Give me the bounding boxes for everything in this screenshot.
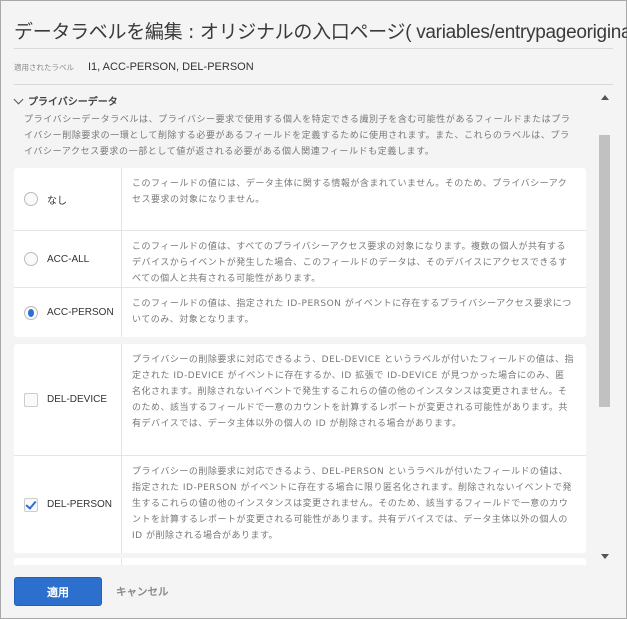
label-scroll-area[interactable]: プライバシーデータ プライバシーデータラベルは、プライバシー要求で使用する個人を… [1,87,613,565]
variable-path: ( variables/entrypageoriginal ) [405,22,627,43]
radio-acc-person[interactable] [24,305,38,320]
divider [14,84,613,85]
option-description: プライバシーの削除要求に対応できるよう、DEL-PERSON というラベルが付い… [132,467,573,541]
section-description: プライバシーデータラベルは、プライバシー要求で使用する個人を特定できる識別子を含… [24,115,571,157]
edit-data-label-dialog: データラベルを編集 : オリジナルの入口ページ( variables/entry… [0,0,627,619]
section-toggle-privacy-data[interactable]: プライバシーデータ [13,93,118,108]
option-name: DEL-DEVICE [47,394,108,405]
cancel-button[interactable]: キャンセル [116,584,169,599]
option-row[interactable]: なし このフィールドの値には、データ主体に関する情報が含まれていません。そのため… [14,168,586,230]
radio-acc-all[interactable] [24,252,38,266]
access-options-card: なし このフィールドの値には、データ主体に関する情報が含まれていません。そのため… [14,168,586,337]
option-row[interactable]: DEL-DEVICE プライバシーの削除要求に対応できるよう、DEL-DEVIC… [14,344,586,455]
checkbox-del-device[interactable] [24,392,38,407]
section-title: プライバシーデータ [28,97,118,108]
scrollbar[interactable] [598,93,612,563]
checkbox-del-person[interactable] [24,497,38,512]
option-description: このフィールドの値は、指定された ID-PERSON がイベントに存在するプライ… [132,299,572,325]
divider [14,48,613,49]
scroll-down-arrow-icon[interactable] [601,554,609,559]
apply-button[interactable]: 適用 [14,577,102,606]
option-description: このフィールドの値は、すべてのプライバシーアクセス要求の対象になります。複数の個… [132,242,568,284]
option-description: このフィールドの値には、データ主体に関する情報が含まれていません。そのため、プラ… [132,179,568,205]
option-row[interactable]: ACC-PERSON このフィールドの値は、指定された ID-PERSON がイ… [14,287,586,337]
applied-labels-label: 適用されたラベル [14,62,74,72]
chevron-down-icon [13,94,24,104]
option-name: ACC-ALL [47,253,90,265]
option-name: DEL-PERSON [47,499,113,510]
option-row[interactable]: ACC-ALL このフィールドの値は、すべてのプライバシーアクセス要求の対象にな… [14,230,586,287]
delete-options-card: DEL-DEVICE プライバシーの削除要求に対応できるよう、DEL-DEVIC… [14,344,586,553]
dialog-title-text: データラベルを編集 : オリジナルの入口ページ [14,21,406,43]
applied-labels-value: I1, ACC-PERSON, DEL-PERSON [88,61,254,73]
applied-labels: 適用されたラベル I1, ACC-PERSON, DEL-PERSON [14,61,254,73]
scrollbar-thumb[interactable] [599,135,610,407]
option-row[interactable]: DEL-PERSON プライバシーの削除要求に対応できるよう、DEL-PERSO… [14,455,586,553]
dialog-title: データラベルを編集 : オリジナルの入口ページ( variables/entry… [14,17,627,44]
next-options-card [14,558,586,565]
radio-none[interactable] [24,192,38,206]
option-description: プライバシーの削除要求に対応できるよう、DEL-DEVICE というラベルが付い… [132,355,574,429]
option-name: ACC-PERSON [47,307,114,318]
option-name: なし [47,195,67,207]
scroll-up-arrow-icon[interactable] [601,95,609,100]
